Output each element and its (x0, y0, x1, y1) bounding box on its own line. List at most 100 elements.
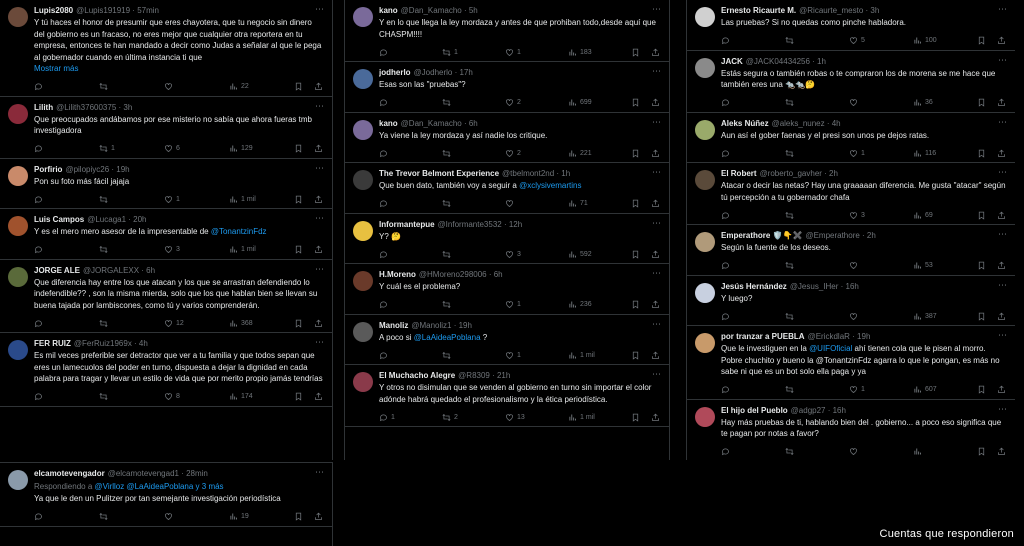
reply-button[interactable] (34, 195, 64, 204)
reply-button[interactable] (379, 48, 409, 57)
retweet-button[interactable] (442, 199, 472, 208)
tweet[interactable]: ⋯ Aleks Núñez @aleks_nunez · 4h Aun así el … (687, 113, 1015, 163)
bookmark-button[interactable] (631, 351, 643, 360)
share-button[interactable] (997, 98, 1007, 107)
more-options-icon[interactable]: ⋯ (652, 168, 661, 177)
author-name[interactable]: Aleks Núñez (721, 118, 769, 129)
reply-button[interactable] (721, 447, 751, 456)
more-options-icon[interactable]: ⋯ (998, 55, 1007, 65)
author-handle[interactable]: @adgp27 · 16h (791, 405, 846, 416)
reply-button[interactable] (379, 351, 409, 360)
views-button[interactable]: 19 (229, 512, 259, 521)
more-options-icon[interactable]: ⋯ (652, 319, 661, 329)
retweet-button[interactable] (785, 385, 815, 394)
author-name[interactable]: FER RUIZ (34, 338, 71, 349)
share-button[interactable] (314, 392, 324, 401)
share-button[interactable] (651, 250, 661, 259)
share-button[interactable] (997, 149, 1007, 158)
avatar[interactable] (353, 372, 373, 392)
retweet-button[interactable] (442, 149, 472, 158)
bookmark-button[interactable] (977, 149, 989, 158)
author-name[interactable]: kano (379, 118, 398, 129)
like-button[interactable]: 13 (505, 413, 535, 422)
views-button[interactable]: 1 mil (229, 245, 259, 254)
bookmark-button[interactable] (294, 512, 306, 521)
reply-button[interactable] (34, 319, 64, 328)
share-button[interactable] (997, 447, 1007, 456)
tweet[interactable]: ⋯ Informantepue @Informante3532 · 12h Y? 🤔 3… (345, 214, 669, 264)
retweet-button[interactable] (442, 351, 472, 360)
reply-button[interactable] (34, 144, 64, 153)
retweet-button[interactable] (785, 447, 815, 456)
share-button[interactable] (314, 319, 324, 328)
retweet-button[interactable] (442, 300, 472, 309)
author-name[interactable]: Emperathore 🛡️👇✖️ (721, 230, 802, 241)
author-name[interactable]: H.Moreno (379, 269, 416, 280)
views-button[interactable] (913, 447, 943, 456)
more-options-icon[interactable]: ⋯ (315, 338, 324, 347)
replying-to-link[interactable]: @Virlloz @LaAideaPoblana y 3 más (95, 482, 224, 491)
author-handle[interactable]: @elcamotevengad1 · 28min (108, 468, 208, 479)
reply-button[interactable] (721, 98, 751, 107)
bookmark-button[interactable] (294, 144, 306, 153)
like-button[interactable]: 8 (164, 392, 194, 401)
author-name[interactable]: El Robert (721, 168, 757, 179)
views-button[interactable]: 69 (913, 211, 943, 220)
more-options-icon[interactable]: ⋯ (652, 5, 661, 14)
like-button[interactable]: 3 (505, 250, 535, 259)
like-button[interactable] (164, 512, 194, 521)
tweet[interactable]: ⋯ elcamotevengador @elcamotevengad1 · 28mi… (0, 463, 332, 527)
more-options-icon[interactable]: ⋯ (315, 264, 324, 274)
bookmark-button[interactable] (631, 300, 643, 309)
more-options-icon[interactable]: ⋯ (998, 117, 1007, 127)
retweet-button[interactable] (99, 195, 129, 204)
avatar[interactable] (353, 321, 373, 342)
views-button[interactable]: 174 (229, 392, 259, 401)
bookmark-button[interactable] (294, 82, 306, 91)
reply-button[interactable] (721, 211, 751, 220)
avatar[interactable] (353, 119, 373, 140)
like-button[interactable] (849, 312, 879, 321)
share-button[interactable] (997, 211, 1007, 220)
retweet-button[interactable] (99, 82, 129, 91)
share-button[interactable] (651, 199, 661, 208)
mention-link[interactable]: @UIFOficial (809, 344, 852, 353)
author-handle[interactable]: @Manoliz1 · 19h (411, 320, 472, 331)
bookmark-button[interactable] (294, 319, 306, 328)
share-button[interactable] (997, 36, 1007, 45)
bookmark-button[interactable] (631, 98, 643, 107)
views-button[interactable]: 699 (568, 98, 598, 107)
retweet-button[interactable] (99, 319, 129, 328)
author-handle[interactable]: @FerRuiz1969x · 4h (74, 338, 148, 349)
author-name[interactable]: JACK (721, 56, 743, 67)
avatar[interactable] (8, 470, 28, 490)
avatar[interactable] (8, 266, 28, 287)
like-button[interactable] (164, 82, 194, 91)
like-button[interactable]: 2 (505, 149, 535, 158)
author-name[interactable]: El Muchacho Alegre (379, 370, 455, 381)
avatar[interactable] (695, 333, 715, 353)
share-button[interactable] (997, 385, 1007, 394)
bookmark-button[interactable] (977, 447, 989, 456)
author-name[interactable]: kano (379, 5, 398, 16)
more-options-icon[interactable]: ⋯ (652, 218, 661, 228)
views-button[interactable]: 592 (568, 250, 598, 259)
retweet-button[interactable] (785, 211, 815, 220)
retweet-button[interactable] (99, 512, 129, 521)
author-handle[interactable]: @Jesus_IHer · 16h (790, 281, 859, 292)
like-button[interactable]: 1 (505, 300, 535, 309)
author-handle[interactable]: @Lilith37600375 · 3h (56, 102, 132, 113)
author-name[interactable]: Informantepue (379, 219, 435, 230)
author-handle[interactable]: @JORGALEXX · 6h (83, 265, 155, 276)
author-name[interactable]: Jesús Hernández (721, 281, 787, 292)
more-options-icon[interactable]: ⋯ (998, 230, 1007, 239)
reply-button[interactable] (34, 512, 64, 521)
like-button[interactable]: 2 (505, 98, 535, 107)
views-button[interactable]: 116 (913, 149, 943, 158)
like-button[interactable]: 1 (849, 149, 879, 158)
retweet-button[interactable]: 1 (442, 48, 472, 57)
views-button[interactable]: 236 (568, 300, 598, 309)
reply-button[interactable] (379, 98, 409, 107)
retweet-button[interactable] (99, 245, 129, 254)
share-button[interactable] (314, 512, 324, 521)
